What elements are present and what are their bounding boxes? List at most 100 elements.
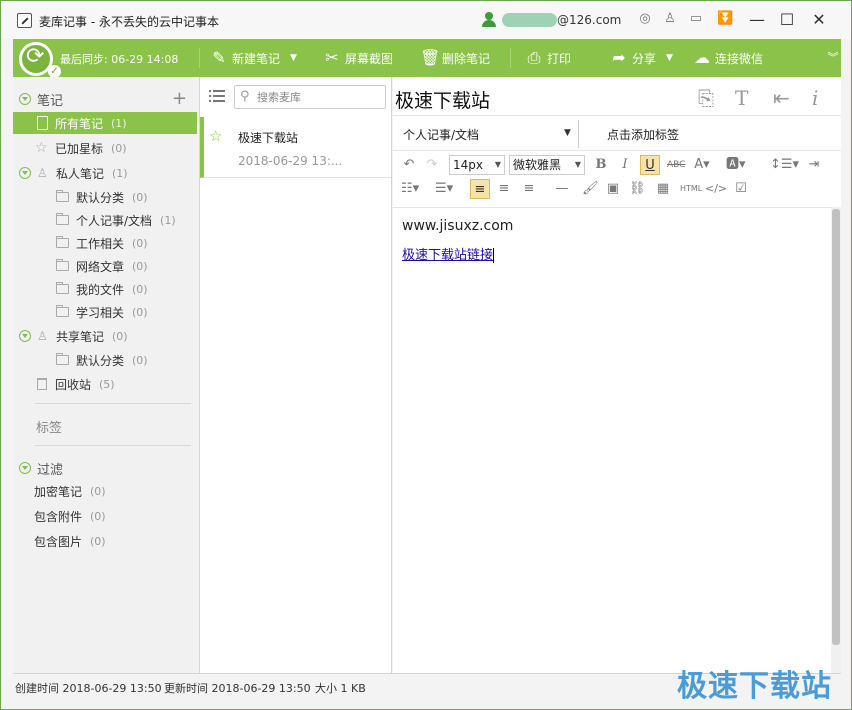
- message-icon[interactable]: ▭: [689, 12, 703, 26]
- link-icon[interactable]: ⛓: [629, 179, 646, 199]
- table-icon[interactable]: ▦: [655, 179, 671, 199]
- redo-icon[interactable]: ↷: [424, 155, 440, 175]
- star-icon: ☆: [35, 140, 48, 156]
- sidebar-folder-shared-default[interactable]: 默认分类 (0): [13, 349, 197, 371]
- format-toolbar-row-2: ☷▾ ☰▾ ≡ ≡ ≡ — 🖌 ▣ ⛓ ▦ HTML </> ☑: [393, 177, 841, 201]
- sidebar-item-shared[interactable]: ♙ 共享笔记 (0): [13, 325, 197, 347]
- indent-button[interactable]: ⇥: [806, 155, 822, 175]
- horizontal-rule-icon[interactable]: —: [554, 179, 570, 199]
- scrollbar-thumb[interactable]: [832, 209, 840, 645]
- folder-icon: [56, 259, 69, 271]
- highlight-color-button[interactable]: 🅰▾: [726, 155, 746, 175]
- toolbar-divider: [199, 48, 200, 68]
- line-height-button[interactable]: ↕☰▾: [770, 155, 799, 175]
- download-icon[interactable]: ⏬: [717, 12, 733, 26]
- font-family-select[interactable]: 微软雅黑 ▼: [509, 155, 585, 175]
- sidebar-folder-personal[interactable]: 个人记事/文档 (1): [13, 209, 197, 231]
- updated-time: 更新时间 2018-06-29 13:50: [164, 682, 311, 695]
- scissors-icon: ✂: [325, 48, 339, 67]
- ordered-list-icon[interactable]: ☷▾: [401, 179, 419, 199]
- collapse-icon: [19, 167, 31, 179]
- notes-section-header[interactable]: 笔记 +: [13, 88, 197, 110]
- user-icon[interactable]: [482, 12, 496, 27]
- align-right-button[interactable]: ≡: [521, 179, 537, 199]
- content-link[interactable]: 极速下载站链接: [402, 244, 495, 263]
- sidebar-folder-my-files[interactable]: 我的文件 (0): [13, 278, 197, 300]
- bullet-list-icon[interactable]: ☰▾: [435, 179, 453, 199]
- sidebar-folder-study[interactable]: 学习相关 (0): [13, 301, 197, 323]
- new-note-label: 新建笔记: [232, 51, 281, 66]
- search-icon[interactable]: ⚲: [240, 89, 250, 104]
- strikethrough-button[interactable]: ABC: [667, 155, 685, 175]
- checkbox-icon[interactable]: ☑: [733, 179, 749, 199]
- chevron-down-icon[interactable]: ▼: [564, 128, 571, 138]
- delete-note-button[interactable]: 🗑 删除笔记: [420, 39, 490, 77]
- sync-icon[interactable]: ✓: [19, 42, 61, 78]
- list-view-icon[interactable]: [209, 89, 225, 103]
- editor-scrollbar[interactable]: [831, 207, 841, 673]
- sidebar-folder-web-articles[interactable]: 网络文章 (0): [13, 255, 197, 277]
- filter-images[interactable]: 包含图片 (0): [13, 530, 197, 552]
- html-button[interactable]: HTML: [680, 179, 702, 199]
- close-button[interactable]: ✕: [808, 9, 830, 31]
- filter-encrypted[interactable]: 加密笔记 (0): [13, 480, 197, 502]
- screenshot-label: 屏幕截图: [345, 51, 394, 66]
- align-center-button[interactable]: ≡: [496, 179, 512, 199]
- sidebar-item-starred[interactable]: ☆ 已加星标 (0): [13, 137, 197, 159]
- font-size-select[interactable]: 14px ▼: [449, 155, 505, 175]
- wechat-label: 连接微信: [715, 51, 764, 66]
- undo-icon[interactable]: ↶: [401, 155, 417, 175]
- note-list-panel: ⚲ ☆ 极速下载站 2018-06-29 13:...: [199, 77, 392, 673]
- search-input[interactable]: [257, 88, 381, 106]
- sidebar-folder-default[interactable]: 默认分类 (0): [13, 186, 197, 208]
- screenshot-button[interactable]: ✂ 屏幕截图: [323, 39, 393, 77]
- folder-select[interactable]: 个人记事/文档: [403, 126, 479, 143]
- sidebar-divider: [35, 445, 191, 446]
- account-email[interactable]: @126.com: [557, 13, 621, 27]
- format-toolbar-row-1: ↶ ↷ 14px ▼ 微软雅黑 ▼ B I U ABC A▾ 🅰▾ ↕☰▾ ⇥: [393, 153, 841, 177]
- sidebar-item-all-notes[interactable]: 所有笔记 (1): [13, 112, 197, 134]
- sidebar-item-trash[interactable]: 回收站 (5): [13, 373, 197, 395]
- filter-section-header[interactable]: 过滤: [13, 457, 197, 479]
- chevron-down-icon[interactable]: ▼: [290, 53, 297, 63]
- maximize-button[interactable]: ☐: [776, 9, 798, 31]
- bold-button[interactable]: B: [593, 155, 609, 175]
- italic-button[interactable]: I: [617, 155, 633, 175]
- sidebar-item-private[interactable]: ♙ 私人笔记 (1): [13, 162, 197, 184]
- add-tag-input[interactable]: 点击添加标签: [607, 126, 679, 143]
- text-format-icon[interactable]: T: [735, 87, 748, 109]
- font-color-button[interactable]: A▾: [694, 155, 710, 175]
- skin-icon[interactable]: ◎: [638, 12, 652, 26]
- account-mask: [502, 13, 557, 27]
- collapse-panel-icon[interactable]: ⇤: [773, 87, 790, 109]
- note-title[interactable]: 极速下载站: [395, 86, 490, 113]
- more-button[interactable]: ︾: [824, 39, 846, 77]
- minimize-button[interactable]: —: [746, 9, 768, 31]
- folder-icon: [56, 282, 69, 294]
- underline-button[interactable]: U: [640, 155, 660, 175]
- align-left-button[interactable]: ≡: [470, 179, 490, 199]
- filter-attachments[interactable]: 包含附件 (0): [13, 505, 197, 527]
- info-icon[interactable]: i: [812, 87, 818, 109]
- wechat-button[interactable]: ☁ 连接微信: [693, 39, 763, 77]
- print-button[interactable]: ⎙ 打印: [525, 39, 571, 77]
- document-icon: [37, 116, 48, 130]
- new-note-button[interactable]: ✎ 新建笔记 ▼: [210, 39, 297, 77]
- shirt-icon[interactable]: ♙: [663, 12, 677, 26]
- editor-panel: 极速下载站 ⎘ T ⇤ i 个人记事/文档 ▼ 点击添加标签 ↶ ↷ 14px ▼…: [393, 77, 841, 673]
- tags-section-header[interactable]: 标签: [13, 415, 197, 437]
- double-chevron-down-icon: ︾: [827, 51, 839, 64]
- content-text[interactable]: www.jisuxz.com: [402, 218, 513, 234]
- collapse-icon: [19, 330, 31, 342]
- sidebar-folder-work[interactable]: 工作相关 (0): [13, 232, 197, 254]
- chevron-down-icon[interactable]: ▼: [666, 53, 673, 63]
- attachment-icon[interactable]: ⎘: [698, 87, 714, 109]
- add-icon[interactable]: +: [172, 88, 187, 110]
- star-icon[interactable]: ☆: [209, 127, 222, 145]
- code-icon[interactable]: </>: [705, 179, 727, 199]
- note-list-item[interactable]: ☆ 极速下载站 2018-06-29 13:...: [200, 117, 391, 178]
- share-button[interactable]: ➦ 分享 ▼: [610, 39, 673, 77]
- note-content-editor[interactable]: www.jisuxz.com 极速下载站链接: [393, 207, 831, 673]
- format-painter-icon[interactable]: 🖌: [582, 179, 599, 199]
- image-icon[interactable]: ▣: [605, 179, 621, 199]
